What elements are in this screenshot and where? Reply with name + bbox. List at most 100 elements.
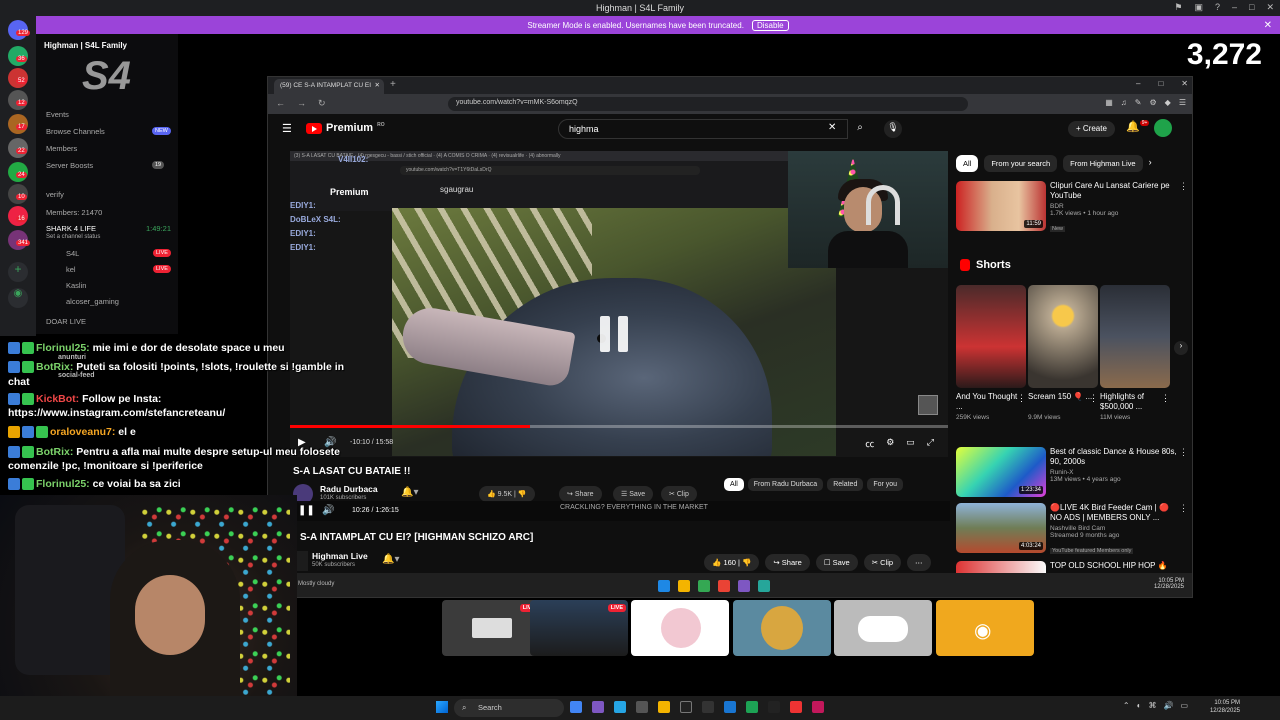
account-avatar[interactable]: [1154, 119, 1172, 137]
maximize-icon[interactable]: □: [1158, 79, 1163, 88]
chevron-up-icon[interactable]: ⌃: [1123, 701, 1130, 710]
help-icon[interactable]: ?: [1215, 2, 1220, 13]
url-field[interactable]: youtube.com/watch?v=mMK-S6omqzQ: [448, 97, 968, 111]
window-preview[interactable]: [631, 600, 729, 656]
app-icon[interactable]: [768, 701, 780, 713]
chevron-right-icon[interactable]: ›: [1149, 155, 1152, 172]
channel-name[interactable]: Highman Live: [312, 551, 368, 561]
clock-date[interactable]: 12/28/2025: [1210, 707, 1240, 715]
notifications-bell-icon[interactable]: 🔔 9+: [1126, 120, 1150, 133]
subscribe-bell-icon[interactable]: 🔔▾: [382, 554, 399, 565]
save-button[interactable]: ☐ Save: [815, 554, 858, 571]
search-icon[interactable]: ⌕: [848, 119, 872, 139]
menu-events[interactable]: Events: [46, 110, 69, 119]
minimize-icon[interactable]: –: [1232, 2, 1237, 13]
chip-related[interactable]: Related: [827, 478, 864, 491]
video-frame[interactable]: [392, 208, 836, 456]
clock-time[interactable]: 10:05 PM: [1210, 699, 1240, 707]
chip-from-channel[interactable]: From Highman Live: [1063, 155, 1143, 172]
app-icon[interactable]: [702, 701, 714, 713]
disable-streamer-mode-button[interactable]: Disable: [751, 19, 789, 31]
forward-icon[interactable]: →: [297, 98, 306, 109]
settings-icon[interactable]: ⚙: [886, 437, 894, 450]
voice-channel-shark[interactable]: SHARK 4 LIFE: [46, 224, 96, 233]
close-tab-icon[interactable]: ✕: [375, 81, 380, 89]
chrome-icon[interactable]: [570, 701, 582, 713]
extension-icon[interactable]: ◆: [1165, 98, 1171, 107]
progress-bar[interactable]: [290, 425, 948, 428]
clear-search-icon[interactable]: ✕: [828, 122, 836, 133]
more-options-icon[interactable]: ⋮: [1089, 393, 1098, 404]
taskbar-search[interactable]: ⌕ Search: [454, 699, 564, 717]
menu-browse-channels[interactable]: Browse Channels: [46, 127, 105, 136]
clip-button[interactable]: ✂ Clip: [863, 554, 902, 571]
voice-member[interactable]: Kaslin: [66, 281, 86, 290]
extension-icon[interactable]: ✎: [1135, 98, 1142, 107]
more-actions-icon[interactable]: ⋯: [907, 554, 931, 571]
battery-icon[interactable]: ▭: [1180, 701, 1188, 710]
pause-overlay-icon[interactable]: [600, 316, 630, 352]
subscribe-bell-icon[interactable]: 🔔▾: [401, 487, 418, 498]
reload-icon[interactable]: ↻: [318, 98, 326, 109]
voice-channel-doar-live[interactable]: DOAR LIVE: [46, 317, 86, 326]
chip-from-search[interactable]: From your search: [984, 155, 1058, 172]
like-button[interactable]: 👍 9.5K | 👎: [479, 486, 535, 502]
video-player[interactable]: (3) S-A LASAT CU BATAIE · (4) rgesgecu -…: [290, 151, 948, 457]
app-icon[interactable]: [746, 701, 758, 713]
youtube-logo[interactable]: Premium RO: [306, 122, 385, 134]
voice-member[interactable]: alcoser_gaming: [66, 297, 119, 306]
chip-from-channel[interactable]: From Radu Durbaca: [747, 478, 824, 491]
maximize-icon[interactable]: □: [1249, 2, 1254, 13]
fullscreen-icon[interactable]: ⤢: [927, 437, 934, 450]
window-preview[interactable]: [834, 600, 932, 656]
new-tab-icon[interactable]: +: [390, 79, 396, 90]
more-options-icon[interactable]: ⋮: [1179, 447, 1188, 458]
extension-icon[interactable]: ♫: [1121, 98, 1127, 107]
window-preview[interactable]: LIVE: [442, 600, 540, 656]
pin-icon[interactable]: ⚑: [1174, 2, 1182, 13]
recommended-video[interactable]: 4:03:24 🔴LIVE 4K Bird Feeder Cam | 🔴 NO …: [956, 503, 1188, 559]
window-preview[interactable]: LIVE: [530, 600, 628, 656]
minimize-icon[interactable]: –: [1136, 79, 1140, 88]
create-button[interactable]: + Create: [1068, 121, 1115, 137]
short-thumbnail[interactable]: [1100, 285, 1170, 388]
extension-icon[interactable]: ⚙: [1150, 98, 1157, 107]
shorts-next-icon[interactable]: ›: [1174, 341, 1188, 355]
menu-members[interactable]: Members: [46, 144, 77, 153]
share-button[interactable]: ↪ Share: [765, 554, 810, 571]
menu-server-boosts[interactable]: Server Boosts: [46, 161, 93, 170]
mic-icon[interactable]: 🎙: [884, 120, 902, 138]
more-options-icon[interactable]: ⋮: [1161, 393, 1170, 404]
video-thumbnail[interactable]: [956, 561, 1046, 573]
captions-icon[interactable]: ㏄: [865, 437, 874, 450]
short-item[interactable]: Highlights of $500,000 ... 11M views ⋮: [1100, 285, 1170, 421]
tray-icon[interactable]: ◐: [1137, 701, 1142, 710]
voice-member[interactable]: kel: [66, 265, 76, 274]
set-channel-status[interactable]: Set a channel status: [46, 234, 100, 240]
close-banner-icon[interactable]: ✕: [1264, 20, 1272, 31]
back-icon[interactable]: ←: [276, 98, 285, 109]
voice-member[interactable]: S4L: [66, 249, 79, 258]
discord-window-preview[interactable]: ◉: [936, 600, 1034, 656]
recommended-video[interactable]: 1:23:34 Best of classic Dance & House 80…: [956, 447, 1188, 503]
search-input[interactable]: highma: [558, 119, 848, 139]
chip-all[interactable]: All: [956, 155, 979, 172]
extension-icon[interactable]: ▦: [1105, 98, 1113, 107]
app-icon[interactable]: [592, 701, 604, 713]
short-thumbnail[interactable]: [956, 285, 1026, 388]
short-item[interactable]: Scream 150 🎈 ... 9.9M views ⋮: [1028, 285, 1098, 421]
more-options-icon[interactable]: ⋮: [1017, 393, 1026, 404]
recommended-video[interactable]: 11:59 Clipuri Care Au Lansat Cariere pe …: [956, 181, 1188, 237]
short-thumbnail[interactable]: [1028, 285, 1098, 388]
pause-icon[interactable]: ❚❚: [298, 505, 315, 516]
chip-for-you[interactable]: For you: [867, 478, 904, 491]
volume-icon[interactable]: 🔊: [322, 505, 334, 516]
network-icon[interactable]: ⌘: [1148, 701, 1156, 710]
app-icon[interactable]: [614, 701, 626, 713]
recommended-video[interactable]: TOP OLD SCHOOL HIP HOP 🔥: [956, 561, 1188, 573]
video-thumbnail[interactable]: 11:59: [956, 181, 1046, 231]
app-icon[interactable]: [812, 701, 824, 713]
chip-all[interactable]: All: [724, 478, 744, 491]
brave-icon[interactable]: [790, 701, 802, 713]
app-icon[interactable]: [636, 701, 648, 713]
